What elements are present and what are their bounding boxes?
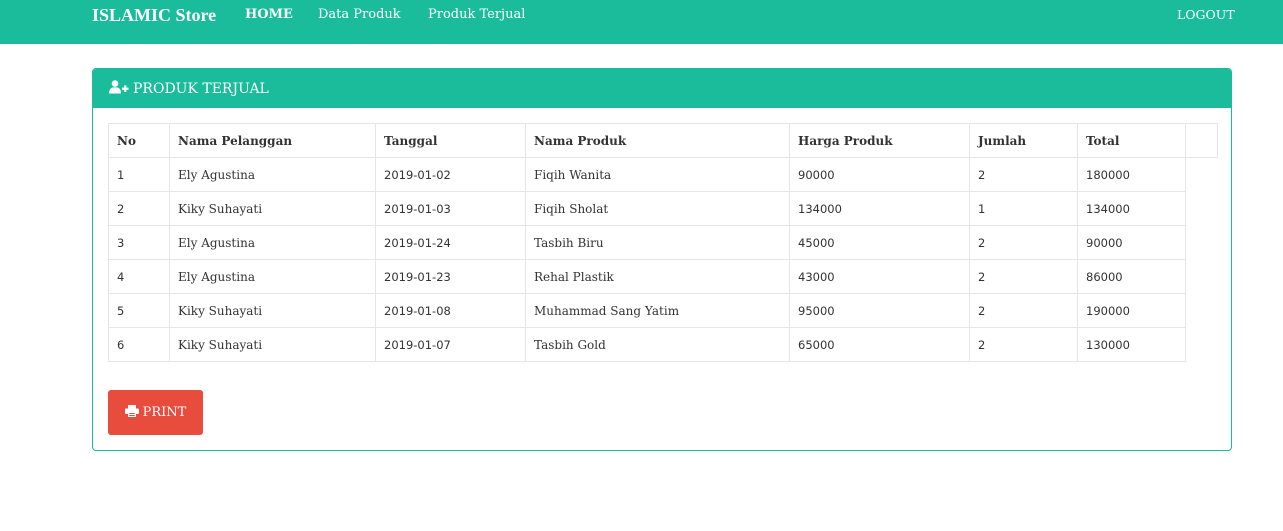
print-button[interactable]: PRINT (108, 390, 203, 435)
cell-nama-pelanggan: Kiky Suhayati (169, 327, 376, 362)
cell-jumlah: 2 (969, 327, 1078, 362)
cell-harga-produk: 95000 (789, 293, 970, 328)
user-plus-icon (109, 79, 133, 99)
nav-data-produk-link[interactable]: Data Produk (318, 6, 401, 24)
brand-logo[interactable]: ISLAMIC Store (92, 4, 216, 26)
cell-total: 190000 (1077, 293, 1186, 328)
table-row: 5 Kiky Suhayati 2019-01-08 Muhammad Sang… (108, 293, 1218, 328)
cell-nama-produk: Tasbih Gold (525, 327, 790, 362)
cell-blank (1186, 328, 1218, 362)
col-header-nama-produk: Nama Produk (525, 123, 790, 158)
cell-no: 1 (108, 157, 170, 192)
cell-tanggal: 2019-01-03 (375, 191, 526, 226)
col-header-total: Total (1077, 123, 1186, 158)
cell-nama-pelanggan: Ely Agustina (169, 157, 376, 192)
cell-jumlah: 2 (969, 157, 1078, 192)
cell-nama-pelanggan: Kiky Suhayati (169, 191, 376, 226)
cell-nama-produk: Muhammad Sang Yatim (525, 293, 790, 328)
col-header-tanggal: Tanggal (375, 123, 526, 158)
cell-blank (1186, 192, 1218, 226)
cell-jumlah: 2 (969, 225, 1078, 260)
cell-blank (1186, 226, 1218, 260)
cell-no: 3 (108, 225, 170, 260)
cell-nama-produk: Fiqih Wanita (525, 157, 790, 192)
cell-harga-produk: 90000 (789, 157, 970, 192)
nav-produk-terjual-link[interactable]: Produk Terjual (428, 6, 525, 24)
sales-table: No Nama Pelanggan Tanggal Nama Produk Ha… (108, 123, 1218, 362)
table-header-row: No Nama Pelanggan Tanggal Nama Produk Ha… (108, 123, 1218, 158)
cell-harga-produk: 65000 (789, 327, 970, 362)
cell-total: 86000 (1077, 259, 1186, 294)
table-row: 6 Kiky Suhayati 2019-01-07 Tasbih Gold 6… (108, 327, 1218, 362)
cell-blank (1186, 158, 1218, 192)
col-header-nama-pelanggan: Nama Pelanggan (169, 123, 376, 158)
cell-blank (1186, 294, 1218, 328)
panel-title: PRODUK TERJUAL (109, 79, 269, 99)
logout-link[interactable]: LOGOUT (1177, 6, 1235, 24)
col-header-extra (1185, 123, 1218, 158)
cell-total: 180000 (1077, 157, 1186, 192)
panel-title-text: PRODUK TERJUAL (133, 81, 269, 97)
cell-total: 90000 (1077, 225, 1186, 260)
cell-blank (1186, 260, 1218, 294)
cell-harga-produk: 45000 (789, 225, 970, 260)
col-header-harga-produk: Harga Produk (789, 123, 970, 158)
cell-harga-produk: 43000 (789, 259, 970, 294)
cell-nama-produk: Fiqih Sholat (525, 191, 790, 226)
col-header-jumlah: Jumlah (969, 123, 1078, 158)
cell-no: 2 (108, 191, 170, 226)
top-navbar: ISLAMIC Store HOME Data Produk Produk Te… (0, 0, 1283, 44)
col-header-no: No (108, 123, 170, 158)
cell-jumlah: 1 (969, 191, 1078, 226)
cell-no: 5 (108, 293, 170, 328)
cell-jumlah: 2 (969, 293, 1078, 328)
cell-tanggal: 2019-01-02 (375, 157, 526, 192)
printer-icon (124, 404, 143, 421)
cell-tanggal: 2019-01-07 (375, 327, 526, 362)
cell-total: 134000 (1077, 191, 1186, 226)
cell-total: 130000 (1077, 327, 1186, 362)
cell-nama-produk: Tasbih Biru (525, 225, 790, 260)
table-row: 4 Ely Agustina 2019-01-23 Rehal Plastik … (108, 259, 1218, 294)
produk-terjual-panel: PRODUK TERJUAL No Nama Pelanggan Tanggal… (92, 68, 1232, 451)
cell-no: 4 (108, 259, 170, 294)
panel-heading: PRODUK TERJUAL (93, 69, 1231, 108)
nav-home-link[interactable]: HOME (245, 6, 293, 24)
cell-nama-produk: Rehal Plastik (525, 259, 790, 294)
table-row: 3 Ely Agustina 2019-01-24 Tasbih Biru 45… (108, 225, 1218, 260)
cell-harga-produk: 134000 (789, 191, 970, 226)
cell-nama-pelanggan: Kiky Suhayati (169, 293, 376, 328)
cell-no: 6 (108, 327, 170, 362)
cell-jumlah: 2 (969, 259, 1078, 294)
print-button-label: PRINT (142, 405, 187, 420)
cell-nama-pelanggan: Ely Agustina (169, 259, 376, 294)
cell-tanggal: 2019-01-08 (375, 293, 526, 328)
table-row: 2 Kiky Suhayati 2019-01-03 Fiqih Sholat … (108, 191, 1218, 226)
cell-nama-pelanggan: Ely Agustina (169, 225, 376, 260)
cell-tanggal: 2019-01-23 (375, 259, 526, 294)
cell-tanggal: 2019-01-24 (375, 225, 526, 260)
table-row: 1 Ely Agustina 2019-01-02 Fiqih Wanita 9… (108, 157, 1218, 192)
